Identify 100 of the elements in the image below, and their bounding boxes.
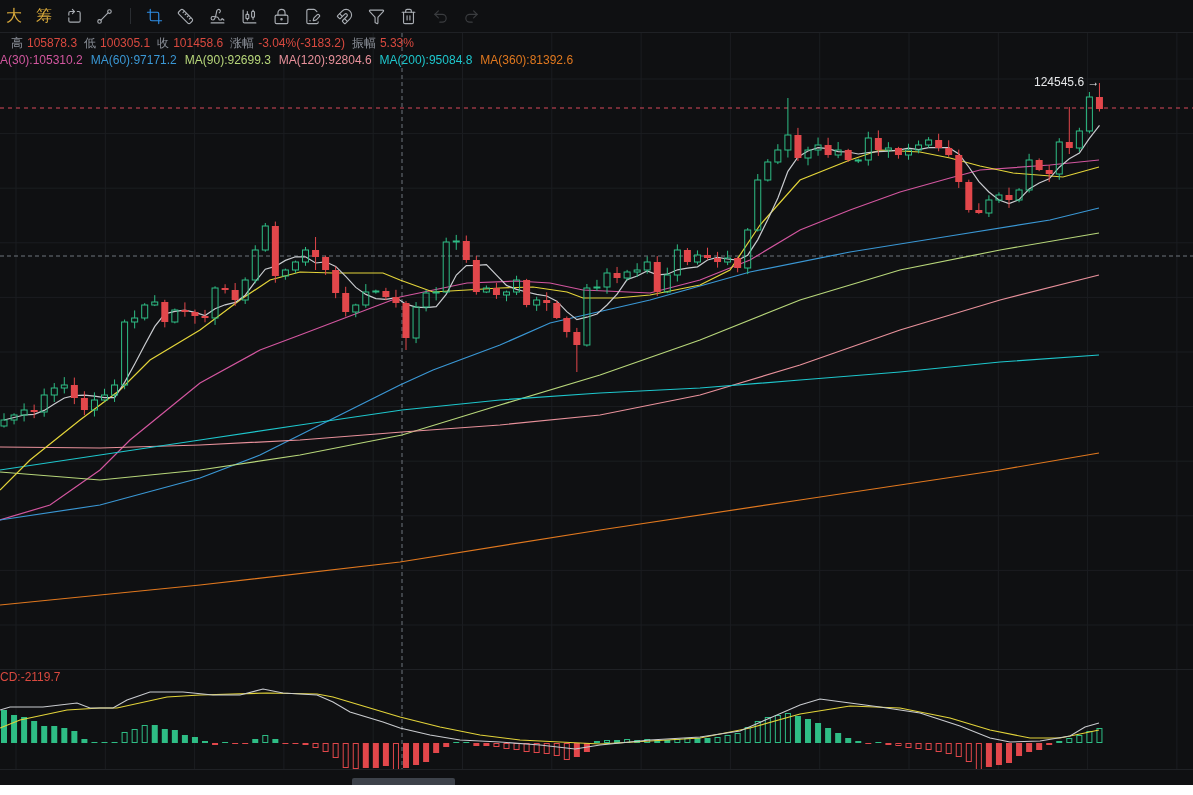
histogram-bar xyxy=(423,743,430,762)
magnet-icon[interactable] xyxy=(336,7,354,25)
histogram-bar xyxy=(181,735,188,743)
histogram-bar xyxy=(372,743,379,768)
ruler-icon[interactable] xyxy=(177,7,195,25)
rotate-square-icon[interactable] xyxy=(65,7,83,25)
histogram-bar xyxy=(1026,743,1033,752)
stat-label: 高 xyxy=(11,36,23,51)
histogram-bar xyxy=(171,730,178,743)
histogram-bar xyxy=(403,743,409,768)
histogram-bar xyxy=(141,725,148,743)
histogram-bar xyxy=(704,738,711,743)
histogram-bar xyxy=(945,743,952,754)
histogram-bar xyxy=(895,743,902,746)
histogram-bar xyxy=(433,743,440,753)
stat-label: 收 xyxy=(157,36,170,51)
histogram-bar xyxy=(31,721,38,743)
trash-icon[interactable] xyxy=(399,7,417,25)
trend-line-icon[interactable] xyxy=(95,7,113,25)
moving-average-value: MA(120):92804.6 xyxy=(278,53,372,68)
histogram-bar xyxy=(825,728,832,743)
histogram-bar xyxy=(644,739,651,743)
toolbar-text-button[interactable]: 筹 xyxy=(36,7,52,25)
histogram-bar xyxy=(915,743,922,749)
histogram-bar xyxy=(533,743,540,753)
histogram-bar xyxy=(805,719,811,743)
filter-icon[interactable] xyxy=(368,7,386,25)
histogram-bar xyxy=(413,743,420,765)
histogram-bar xyxy=(191,737,198,743)
histogram-bar xyxy=(342,743,349,768)
histogram-bar xyxy=(754,721,761,743)
histogram-bar xyxy=(61,728,68,743)
stat-value: 101458.6 xyxy=(173,36,224,51)
histogram-bar xyxy=(925,743,932,750)
stat-label: 低 xyxy=(84,36,97,51)
histogram-bar xyxy=(272,739,279,743)
histogram-bar xyxy=(1066,738,1073,743)
histogram-bar xyxy=(794,716,801,743)
histogram-bar xyxy=(151,725,158,743)
histogram-bar xyxy=(604,740,610,743)
histogram-bar xyxy=(634,740,641,743)
stat-value: 105878.3 xyxy=(27,36,78,51)
lock-icon[interactable] xyxy=(272,7,290,25)
histogram-bar xyxy=(563,743,570,760)
histogram-bar xyxy=(503,743,510,749)
histogram-bar xyxy=(1016,743,1023,756)
histogram-bar xyxy=(1076,735,1083,743)
histogram-bar xyxy=(352,743,359,769)
histogram-bar xyxy=(573,743,580,757)
histogram-bar xyxy=(21,717,28,743)
pen-signature-icon[interactable] xyxy=(209,7,227,25)
histogram-bar xyxy=(252,739,259,743)
histogram-bar xyxy=(1006,743,1012,763)
candlestick-icon[interactable] xyxy=(240,7,258,25)
histogram-bar xyxy=(131,729,138,743)
histogram-bar xyxy=(1036,743,1043,750)
histogram-bar xyxy=(523,743,530,752)
histogram-bar xyxy=(71,731,78,743)
stat-value: 100305.1 xyxy=(100,36,151,51)
histogram-bar xyxy=(955,743,962,757)
histogram-bar xyxy=(513,743,520,750)
histogram-bar xyxy=(624,739,631,743)
histogram-bar xyxy=(41,726,48,743)
histogram-bar xyxy=(684,738,691,743)
histogram-bar xyxy=(774,715,781,743)
histogram-bar xyxy=(1096,728,1103,743)
histogram-bar xyxy=(815,723,822,743)
stat-value: 5.33% xyxy=(379,36,414,51)
histogram-bar xyxy=(905,743,912,748)
histogram-bar xyxy=(161,729,168,743)
histogram-bar xyxy=(845,738,852,743)
crop-icon[interactable] xyxy=(145,7,163,25)
histogram-bar xyxy=(664,740,671,743)
histogram-bar xyxy=(382,743,389,766)
moving-average-value: MA(360):81392.6 xyxy=(480,53,574,68)
document-pen-icon[interactable] xyxy=(304,7,322,25)
stat-label: 涨幅 xyxy=(230,36,255,51)
histogram-bar xyxy=(553,743,560,756)
max-price-label: 124545.6 → xyxy=(1034,75,1100,90)
histogram-bar xyxy=(11,715,18,743)
macd-value: CD:-2119.7 xyxy=(0,670,61,685)
histogram-bar xyxy=(322,743,329,752)
histogram-bar xyxy=(734,733,741,743)
histogram-bar xyxy=(835,733,842,743)
stat-label: 振幅 xyxy=(351,36,376,51)
histogram-bar xyxy=(995,743,1002,765)
histogram-bar xyxy=(493,743,500,747)
histogram-bar xyxy=(975,743,982,769)
histogram-bar xyxy=(312,743,319,748)
histogram-bar xyxy=(262,735,269,743)
moving-average-value: MA(200):95084.8 xyxy=(379,53,473,68)
histogram-bar xyxy=(332,743,339,758)
histogram-bar xyxy=(543,743,550,754)
histogram-bar xyxy=(744,727,751,743)
histogram-bar xyxy=(81,739,88,743)
toolbar-text-button[interactable]: 大 xyxy=(6,7,22,25)
histogram-bar xyxy=(935,743,942,752)
histogram-bar xyxy=(614,740,621,743)
histogram-bar xyxy=(392,743,399,769)
histogram-bar xyxy=(724,735,731,743)
